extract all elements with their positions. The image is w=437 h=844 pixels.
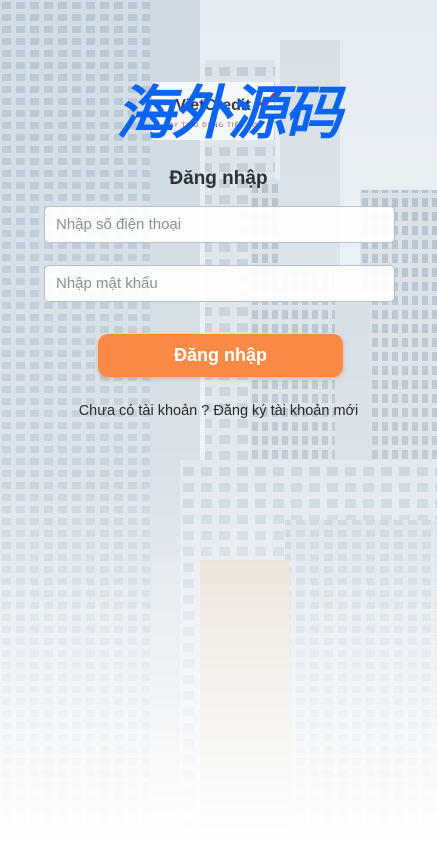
page-title: Đăng nhập [169, 168, 268, 189]
phone-input[interactable] [44, 206, 395, 243]
password-input[interactable] [44, 265, 395, 302]
signup-link[interactable]: Đăng ký tài khoản mới [213, 403, 358, 419]
login-button[interactable]: Đăng nhập [98, 334, 343, 377]
signup-prompt: Chưa có tài khoản ? [78, 403, 210, 419]
signup-row: Chưa có tài khoản ? Đăng ký tài khoản mớ… [0, 403, 437, 419]
watermark: 海外源码 [116, 79, 342, 147]
